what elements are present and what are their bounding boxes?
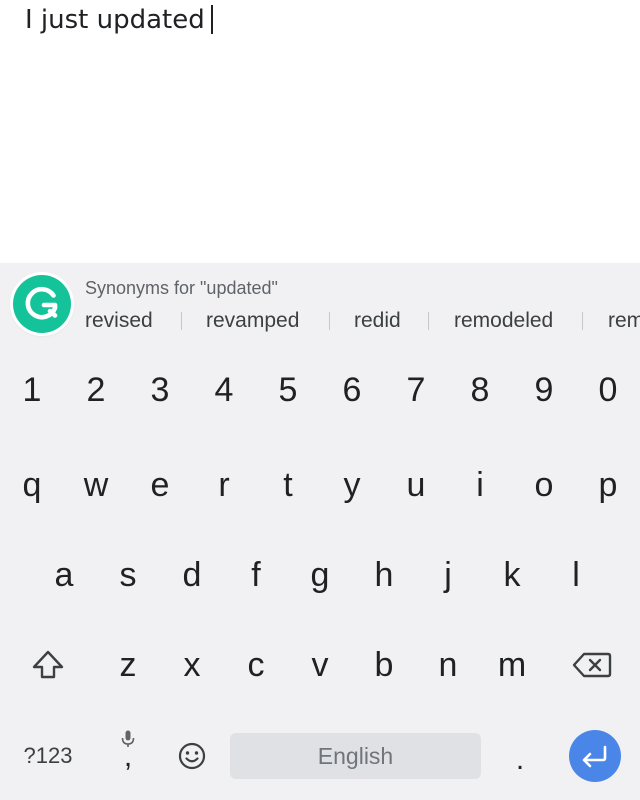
key-q[interactable]: q <box>0 453 64 517</box>
letter-row-middle: a s d f g h j k l <box>0 543 640 607</box>
comma-key[interactable]: , <box>96 718 160 782</box>
key-0[interactable]: 0 <box>576 358 640 422</box>
key-n[interactable]: n <box>416 633 480 697</box>
key-c[interactable]: c <box>224 633 288 697</box>
key-o[interactable]: o <box>512 453 576 517</box>
key-h[interactable]: h <box>352 543 416 607</box>
suggestion-divider <box>582 312 583 330</box>
text-input-area[interactable]: I just updated <box>0 0 640 263</box>
key-7[interactable]: 7 <box>384 358 448 422</box>
key-e[interactable]: e <box>128 453 192 517</box>
key-m[interactable]: m <box>480 633 544 697</box>
synonym-suggestion[interactable]: revamped <box>206 309 329 333</box>
synonyms-title: Synonyms for "updated" <box>85 278 278 298</box>
synonym-suggestion[interactable]: revised <box>85 309 181 333</box>
letter-row-bottom: z x c v b n m <box>0 633 640 697</box>
key-l[interactable]: l <box>544 543 608 607</box>
key-z[interactable]: z <box>96 633 160 697</box>
key-y[interactable]: y <box>320 453 384 517</box>
enter-icon <box>582 745 607 768</box>
space-bar[interactable]: English <box>230 733 481 779</box>
typed-text-value: I just updated <box>25 5 205 35</box>
emoji-key[interactable] <box>160 724 224 788</box>
key-f[interactable]: f <box>224 543 288 607</box>
key-d[interactable]: d <box>160 543 224 607</box>
letter-row-top: q w e r t y u i o p <box>0 453 640 517</box>
key-9[interactable]: 9 <box>512 358 576 422</box>
synonym-suggestion[interactable]: remodeled <box>454 309 582 333</box>
key-1[interactable]: 1 <box>0 358 64 422</box>
key-g[interactable]: g <box>288 543 352 607</box>
enter-key[interactable] <box>569 730 621 782</box>
key-j[interactable]: j <box>416 543 480 607</box>
key-w[interactable]: w <box>64 453 128 517</box>
key-x[interactable]: x <box>160 633 224 697</box>
synonym-suggestion[interactable]: rem <box>608 309 640 333</box>
grammarly-logo-icon[interactable] <box>13 275 71 333</box>
key-u[interactable]: u <box>384 453 448 517</box>
text-caret <box>210 5 213 34</box>
key-6[interactable]: 6 <box>320 358 384 422</box>
key-a[interactable]: a <box>32 543 96 607</box>
key-8[interactable]: 8 <box>448 358 512 422</box>
key-t[interactable]: t <box>256 453 320 517</box>
shift-key[interactable] <box>0 633 96 697</box>
synonym-suggestion[interactable]: redid <box>354 309 428 333</box>
backspace-icon <box>572 652 612 678</box>
backspace-key[interactable] <box>544 633 640 697</box>
key-s[interactable]: s <box>96 543 160 607</box>
shift-icon <box>32 650 64 679</box>
suggestion-divider <box>329 312 330 330</box>
key-3[interactable]: 3 <box>128 358 192 422</box>
number-row: 1 2 3 4 5 6 7 8 9 0 <box>0 358 640 422</box>
key-p[interactable]: p <box>576 453 640 517</box>
symbols-key[interactable]: ?123 <box>12 733 84 779</box>
key-r[interactable]: r <box>192 453 256 517</box>
synonym-list: revised revamped redid remodeled rem <box>85 309 640 339</box>
emoji-icon <box>178 742 206 770</box>
keyboard: Synonyms for "updated" revised revamped re… <box>0 263 640 800</box>
key-i[interactable]: i <box>448 453 512 517</box>
key-v[interactable]: v <box>288 633 352 697</box>
key-2[interactable]: 2 <box>64 358 128 422</box>
comma-label: , <box>123 740 133 773</box>
key-b[interactable]: b <box>352 633 416 697</box>
typed-text: I just updated <box>25 2 213 38</box>
period-key[interactable]: . <box>488 728 552 792</box>
suggestion-divider <box>428 312 429 330</box>
suggestion-divider <box>181 312 182 330</box>
key-4[interactable]: 4 <box>192 358 256 422</box>
key-5[interactable]: 5 <box>256 358 320 422</box>
key-k[interactable]: k <box>480 543 544 607</box>
